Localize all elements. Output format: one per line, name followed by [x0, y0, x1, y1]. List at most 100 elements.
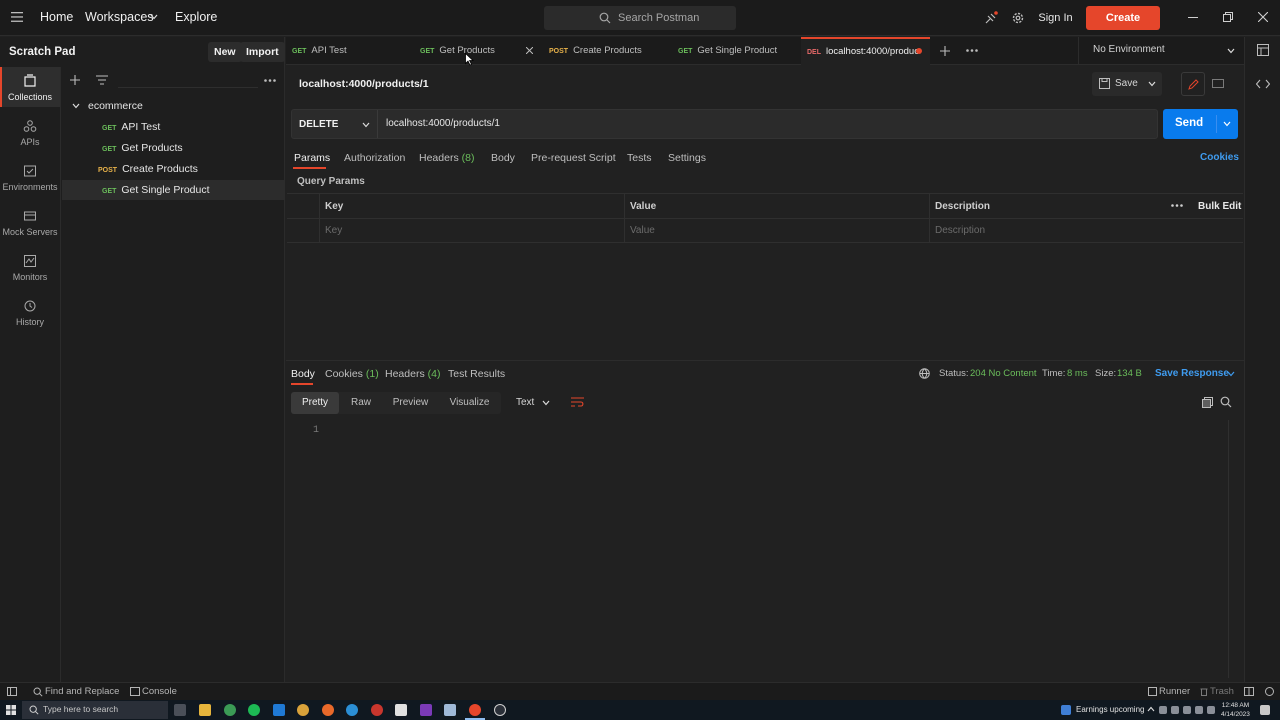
console-button[interactable]: Console [142, 686, 177, 697]
more-options-icon[interactable] [264, 79, 276, 82]
filter-icon[interactable] [96, 75, 108, 85]
response-tab-test-results[interactable]: Test Results [448, 368, 505, 380]
format-pretty[interactable]: Pretty [291, 392, 339, 414]
send-button[interactable]: Send [1163, 109, 1238, 139]
app-icon[interactable] [494, 704, 506, 716]
chevron-down-icon[interactable] [1223, 121, 1231, 127]
key-input[interactable]: Key [325, 225, 342, 236]
chrome-icon[interactable] [224, 704, 236, 716]
edge-icon[interactable] [346, 704, 358, 716]
save-button[interactable]: Save [1092, 72, 1162, 96]
tab-tests[interactable]: Tests [627, 152, 652, 164]
url-input[interactable] [386, 118, 1146, 129]
edit-mode-button[interactable] [1181, 72, 1205, 96]
taskbar-search-input[interactable]: Type here to search [22, 701, 168, 719]
chevron-down-icon[interactable] [1227, 48, 1235, 54]
save-response-button[interactable]: Save Response [1155, 368, 1229, 379]
windows-start-icon[interactable] [6, 705, 16, 715]
vscode-icon[interactable] [273, 704, 285, 716]
file-explorer-icon[interactable] [199, 704, 211, 716]
comments-button[interactable] [1206, 72, 1230, 96]
response-tab-body[interactable]: Body [291, 368, 315, 380]
response-tab-cookies[interactable]: Cookies (1) [325, 368, 379, 380]
request-item[interactable]: GET Get Products [62, 138, 285, 158]
tab-get-products[interactable]: GET Get Products [414, 37, 543, 65]
firefox-icon[interactable] [322, 704, 334, 716]
find-replace-button[interactable]: Find and Replace [45, 686, 119, 697]
gear-icon[interactable] [1011, 11, 1025, 25]
app-icon[interactable] [444, 704, 456, 716]
nav-explore[interactable]: Explore [175, 10, 217, 24]
spotify-icon[interactable] [248, 704, 260, 716]
table-options-icon[interactable] [1171, 204, 1183, 207]
layout-icon[interactable] [1244, 687, 1254, 696]
tray-icon[interactable] [1159, 706, 1167, 714]
chrome-canary-icon[interactable] [297, 704, 309, 716]
tab-settings[interactable]: Settings [668, 152, 706, 164]
chevron-down-icon[interactable] [1227, 371, 1235, 377]
environment-select[interactable]: No Environment [1093, 44, 1165, 55]
rail-item-history[interactable]: History [0, 292, 60, 332]
nav-workspaces[interactable]: Workspaces [85, 10, 154, 24]
search-response-icon[interactable] [1220, 396, 1232, 408]
rail-item-apis[interactable]: APIs [0, 112, 60, 152]
description-input[interactable]: Description [935, 225, 985, 236]
notepad-icon[interactable] [395, 704, 407, 716]
new-tab-icon[interactable] [940, 46, 950, 56]
collection-ecommerce[interactable]: ecommerce [62, 96, 285, 116]
method-select[interactable]: DELETE [292, 110, 378, 138]
pen-icon[interactable] [1207, 706, 1215, 714]
bulk-edit-button[interactable]: Bulk Edit [1198, 201, 1241, 212]
menu-icon[interactable] [11, 12, 23, 22]
value-input[interactable]: Value [630, 225, 655, 236]
rail-item-mock-servers[interactable]: Mock Servers [0, 202, 60, 242]
pane-resize-handle[interactable] [286, 360, 1244, 361]
response-tab-headers[interactable]: Headers (4) [385, 368, 440, 380]
tab-delete-product[interactable]: DEL localhost:4000/produc [801, 37, 930, 65]
format-visualize[interactable]: Visualize [438, 392, 501, 414]
format-preview[interactable]: Preview [383, 392, 438, 414]
import-button[interactable]: Import [240, 42, 285, 62]
collection-filter-input[interactable] [118, 72, 258, 88]
tab-create-products[interactable]: POST Create Products [543, 37, 672, 65]
help-icon[interactable] [1265, 687, 1274, 696]
text-format-select[interactable]: Text [508, 392, 560, 414]
notifications-icon[interactable] [1260, 705, 1270, 715]
chevron-down-icon[interactable] [150, 14, 158, 20]
response-scrollbar[interactable] [1228, 420, 1229, 678]
rail-item-environments[interactable]: Environments [0, 157, 60, 197]
tab-api-test[interactable]: GET API Test [286, 37, 414, 65]
news-widget-icon[interactable] [1061, 705, 1071, 715]
new-button[interactable]: New [208, 42, 242, 62]
close-tab-icon[interactable] [526, 47, 533, 54]
close-window-icon[interactable] [1258, 12, 1268, 22]
environment-quicklook-icon[interactable] [1257, 44, 1269, 56]
tab-params[interactable]: Params [294, 152, 330, 164]
chevron-up-icon[interactable] [1147, 706, 1155, 712]
request-item[interactable]: GET Get Single Product [62, 180, 285, 200]
tab-options-icon[interactable] [966, 49, 978, 52]
sign-in-button[interactable]: Sign In [1035, 7, 1076, 29]
restore-icon[interactable] [1223, 12, 1233, 22]
wrap-lines-button[interactable] [566, 392, 590, 414]
trash-button[interactable]: Trash [1210, 686, 1234, 697]
network-icon[interactable] [1183, 706, 1191, 714]
request-item[interactable]: GET API Test [62, 117, 285, 137]
tray-icon[interactable] [1171, 706, 1179, 714]
request-title[interactable]: localhost:4000/products/1 [299, 78, 429, 90]
rail-item-monitors[interactable]: Monitors [0, 247, 60, 287]
onenote-icon[interactable] [420, 704, 432, 716]
runner-button[interactable]: Runner [1159, 686, 1190, 697]
cookies-link[interactable]: Cookies [1200, 152, 1239, 163]
globe-icon[interactable] [919, 368, 930, 379]
create-account-button[interactable]: Create Account [1086, 6, 1160, 48]
toggle-sidebar-icon[interactable] [7, 687, 17, 696]
volume-icon[interactable] [1195, 706, 1203, 714]
news-widget[interactable]: Earnings upcoming [1076, 705, 1144, 714]
taskbar-clock[interactable]: 12:48 AM 4/14/2023 [1221, 701, 1250, 719]
tab-pre-request-script[interactable]: Pre-request Script [531, 152, 616, 164]
task-view-icon[interactable] [174, 704, 186, 716]
request-item[interactable]: POST Create Products [62, 159, 285, 179]
rail-item-collections[interactable]: Collections [0, 67, 60, 107]
satellite-icon[interactable] [984, 11, 998, 25]
